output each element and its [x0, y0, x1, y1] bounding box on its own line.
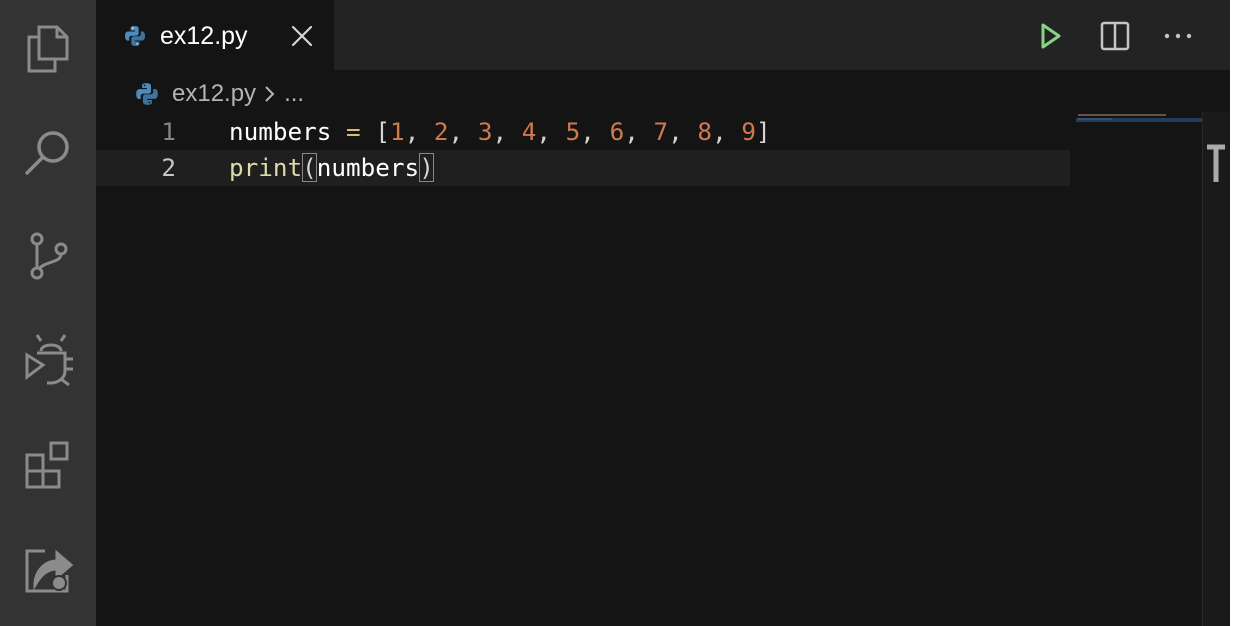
code-line-current[interactable]: 2 print(numbers) [96, 150, 1070, 186]
run-debug-icon[interactable] [20, 332, 76, 388]
token-number: 6 [609, 117, 625, 146]
run-icon[interactable] [1034, 20, 1066, 52]
token-variable: numbers [229, 117, 332, 146]
minimap-line [1078, 114, 1166, 116]
token-number: 2 [433, 117, 449, 146]
token-number: 5 [565, 117, 581, 146]
token-number: 4 [521, 117, 537, 146]
breadcrumb-file[interactable]: ex12.py [172, 78, 256, 110]
token-number: 1 [389, 117, 405, 146]
token-comma: , [536, 117, 552, 146]
line-code[interactable]: numbers = [1, 2, 3, 4, 5, 6, 7, 8, 9] [229, 114, 771, 150]
live-share-icon[interactable] [20, 540, 76, 596]
token-comma: , [624, 117, 639, 146]
close-icon[interactable] [290, 24, 314, 48]
chevron-right-icon [265, 86, 275, 102]
search-icon[interactable] [20, 124, 76, 180]
cursor-marker-icon [1207, 144, 1225, 182]
window-edge [1230, 0, 1236, 626]
token-number: 7 [653, 117, 669, 146]
breadcrumb-more[interactable]: ... [284, 78, 304, 110]
line-code[interactable]: print(numbers) [229, 150, 434, 186]
line-number: 2 [161, 153, 176, 182]
code-line[interactable]: 1 numbers = [1, 2, 3, 4, 5, 6, 7, 8, 9] [96, 114, 1070, 150]
extensions-icon[interactable] [20, 436, 76, 492]
token-comma: , [580, 117, 595, 146]
token-comma: , [404, 117, 420, 146]
token-bracket: ] [755, 117, 771, 146]
token-comma: , [712, 117, 727, 146]
code-editor[interactable]: 1 numbers = [1, 2, 3, 4, 5, 6, 7, 8, 9] … [96, 112, 1076, 626]
editor-scrollbar[interactable] [1202, 112, 1231, 626]
minimap-slider[interactable] [1076, 118, 1202, 122]
split-editor-icon[interactable] [1099, 20, 1131, 52]
python-file-icon [136, 83, 158, 105]
token-paren-matched: ( [302, 153, 317, 182]
token-number: 8 [697, 117, 713, 146]
tab-bar: ex12.py [96, 0, 1236, 70]
line-number: 1 [161, 117, 176, 146]
tab-ex12-py[interactable]: ex12.py [96, 0, 334, 70]
token-paren-matched: ) [419, 153, 434, 182]
token-bracket: [ [375, 117, 390, 146]
breadcrumb: ex12.py ... [134, 78, 304, 110]
token-operator: = [346, 117, 361, 146]
source-control-icon[interactable] [20, 228, 76, 284]
python-file-icon [125, 26, 145, 46]
tab-label: ex12.py [160, 22, 248, 50]
token-comma: , [492, 117, 508, 146]
token-number: 3 [477, 117, 493, 146]
token-function: print [229, 153, 303, 182]
activity-bar [0, 0, 96, 626]
explorer-icon[interactable] [20, 20, 76, 76]
token-comma: , [668, 117, 683, 146]
token-number: 9 [741, 117, 756, 146]
token-variable: numbers [316, 153, 420, 182]
token-comma: , [448, 117, 464, 146]
more-actions-icon[interactable] [1162, 20, 1194, 52]
minimap[interactable] [1076, 112, 1202, 152]
